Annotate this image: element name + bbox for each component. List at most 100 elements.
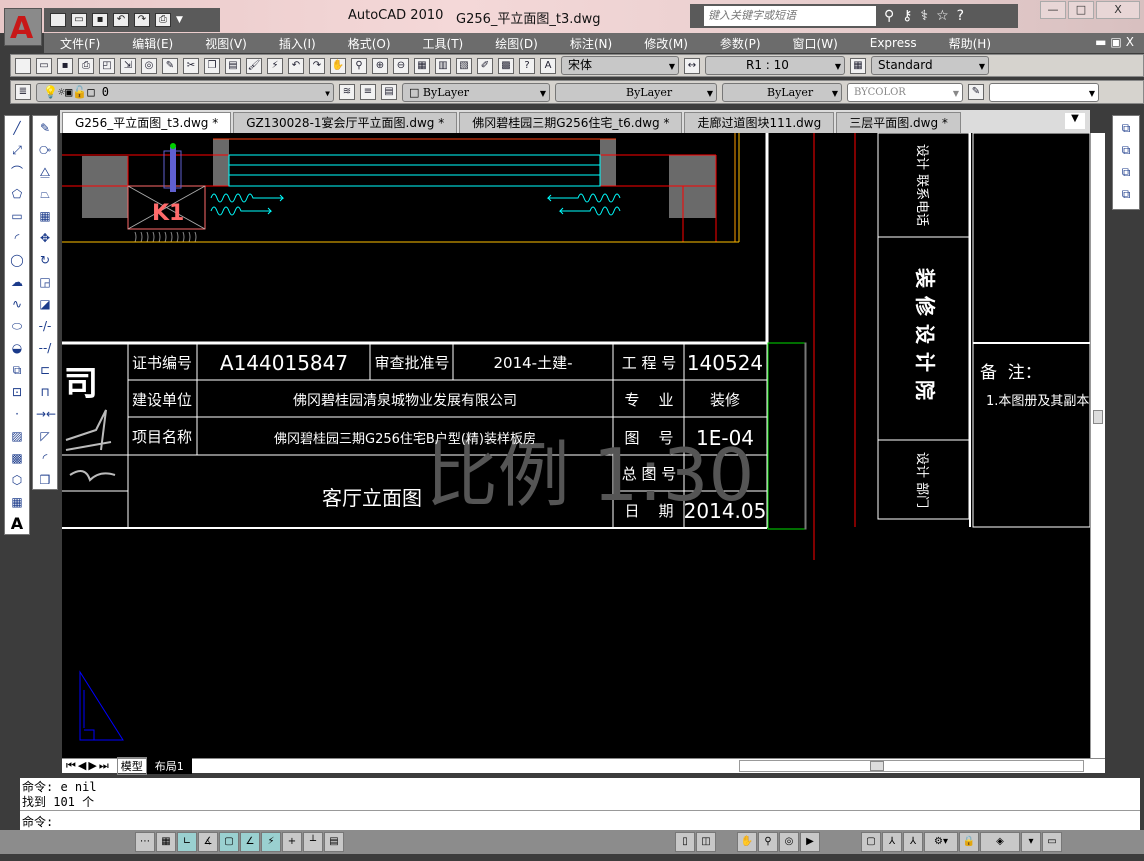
new-icon[interactable] bbox=[50, 13, 66, 27]
grid-toggle[interactable]: ▦ bbox=[156, 832, 176, 852]
open-icon[interactable]: ▭ bbox=[36, 57, 52, 74]
fillet-icon[interactable]: ◜ bbox=[36, 449, 54, 467]
maximize-button[interactable]: □ bbox=[1068, 1, 1094, 19]
layer-states-icon[interactable]: ▤ bbox=[381, 84, 397, 100]
make-block-icon[interactable]: ⊡ bbox=[8, 383, 26, 401]
help-icon[interactable]: ? bbox=[519, 57, 535, 74]
ortho-toggle[interactable]: ∟ bbox=[177, 832, 197, 852]
menu-insert[interactable]: 插入(I) bbox=[279, 35, 316, 52]
key-icon[interactable]: ⚷ bbox=[902, 8, 912, 24]
properties-icon[interactable]: ▦ bbox=[414, 57, 430, 74]
dim-style-select[interactable]: R1 : 10 bbox=[705, 56, 845, 75]
tab-layout1[interactable]: 布局1 bbox=[146, 758, 192, 774]
minimize-button[interactable]: — bbox=[1040, 1, 1066, 19]
lineweight-toggle[interactable]: ┴ bbox=[303, 832, 323, 852]
stretch-icon[interactable]: ◪ bbox=[36, 295, 54, 313]
tab-document-3[interactable]: 佛冈碧桂园三期G256住宅_t6.dwg * bbox=[459, 112, 683, 133]
undo-icon[interactable]: ↶ bbox=[113, 13, 129, 27]
edit-icon[interactable]: ✎ bbox=[968, 84, 984, 100]
tab-document-2[interactable]: GZ130028-1宴会厅平立面图.dwg * bbox=[233, 112, 458, 133]
break-at-point-icon[interactable]: ⊏ bbox=[36, 361, 54, 379]
redo-icon[interactable]: ↷ bbox=[309, 57, 325, 74]
ellipse-icon[interactable]: ⬭ bbox=[8, 317, 26, 335]
vertical-scrollbar[interactable] bbox=[1090, 133, 1105, 758]
cut-icon[interactable]: ✂ bbox=[183, 57, 199, 74]
layer-previous-icon[interactable]: ≡ bbox=[360, 84, 376, 100]
otrack-toggle[interactable]: ∠ bbox=[240, 832, 260, 852]
paste-icon[interactable]: ▤ bbox=[225, 57, 241, 74]
ellipse-arc-icon[interactable]: ◒ bbox=[8, 339, 26, 357]
spline-icon[interactable]: ∿ bbox=[8, 295, 26, 313]
save-icon[interactable]: ▪ bbox=[92, 13, 108, 27]
break-icon[interactable]: ⊓ bbox=[36, 383, 54, 401]
pan-icon[interactable]: ✋ bbox=[737, 832, 757, 852]
erase-icon[interactable]: ✎ bbox=[36, 119, 54, 137]
ducs-toggle[interactable]: ⚡ bbox=[261, 832, 281, 852]
undo-icon[interactable]: ↶ bbox=[288, 57, 304, 74]
extend-icon[interactable]: --/ bbox=[36, 339, 54, 357]
document-window-controls[interactable]: ▬▣X bbox=[1095, 35, 1138, 49]
customize-qat-icon[interactable]: ▼ bbox=[176, 15, 183, 25]
point-icon[interactable]: · bbox=[8, 405, 26, 423]
copy-object-icon[interactable]: ⧂ bbox=[36, 141, 54, 159]
tab-document-4[interactable]: 走廊过道图块111.dwg bbox=[684, 112, 835, 133]
dim-style-icon[interactable]: ↔ bbox=[684, 57, 700, 74]
command-field[interactable] bbox=[989, 82, 1099, 102]
multiline-text-icon[interactable]: A bbox=[8, 515, 26, 533]
menu-edit[interactable]: 编辑(E) bbox=[132, 35, 173, 52]
mirror-icon[interactable]: ⧋ bbox=[36, 163, 54, 181]
tab-nav-arrows[interactable]: ⏮◀▶⏭ bbox=[66, 759, 111, 773]
polyline-icon[interactable]: ⌒ bbox=[8, 163, 26, 181]
bring-above-icon[interactable]: ⧉ bbox=[1117, 163, 1135, 181]
markup-icon[interactable]: ✐ bbox=[477, 57, 493, 74]
copy-icon[interactable]: ❐ bbox=[204, 57, 220, 74]
snap-toggle[interactable]: ⋯ bbox=[135, 832, 155, 852]
layer-manager-icon[interactable]: ≣ bbox=[15, 84, 31, 100]
plot-preview-icon[interactable]: ◰ bbox=[99, 57, 115, 74]
tabs-overflow-button[interactable]: ▼ bbox=[1065, 113, 1085, 129]
menu-file[interactable]: 文件(F) bbox=[60, 35, 100, 52]
zoom-window-icon[interactable]: ⊕ bbox=[372, 57, 388, 74]
zoom-icon[interactable]: ⚲ bbox=[758, 832, 778, 852]
menu-express[interactable]: Express bbox=[870, 36, 917, 50]
menu-help[interactable]: 帮助(H) bbox=[949, 35, 991, 52]
hatch-icon[interactable]: ▨ bbox=[8, 427, 26, 445]
command-line-input[interactable]: 命令: bbox=[20, 811, 1140, 832]
pan-icon[interactable]: ✋ bbox=[330, 57, 346, 74]
satellite-icon[interactable]: ⚕ bbox=[921, 8, 929, 24]
menu-window[interactable]: 窗口(W) bbox=[793, 35, 838, 52]
tool-palettes-icon[interactable]: ▧ bbox=[456, 57, 472, 74]
close-button[interactable]: X bbox=[1096, 1, 1140, 19]
sheet-set-icon[interactable]: ✎ bbox=[162, 57, 178, 74]
region-icon[interactable]: ⬡ bbox=[8, 471, 26, 489]
color-select[interactable]: □ ByLayer bbox=[402, 82, 550, 102]
menu-draw[interactable]: 绘图(D) bbox=[495, 35, 538, 52]
annotation-scale-icon[interactable]: ⅄ bbox=[882, 832, 902, 852]
send-under-icon[interactable]: ⧉ bbox=[1117, 185, 1135, 203]
match-properties-icon[interactable]: 🖌 bbox=[246, 57, 262, 74]
send-to-back-icon[interactable]: ⧉ bbox=[1117, 141, 1135, 159]
horizontal-scroll-thumb[interactable] bbox=[870, 761, 884, 771]
clean-screen-icon[interactable]: ▭ bbox=[1042, 832, 1062, 852]
join-icon[interactable]: →← bbox=[36, 405, 56, 423]
search-input[interactable]: 键入关键字或短语 bbox=[704, 6, 876, 26]
annotation-visibility-icon[interactable]: ⅄ bbox=[903, 832, 923, 852]
move-icon[interactable]: ✥ bbox=[36, 229, 54, 247]
menu-dimension[interactable]: 标注(N) bbox=[570, 35, 612, 52]
application-menu-button[interactable]: A bbox=[4, 8, 42, 46]
help-icon[interactable]: ? bbox=[957, 8, 964, 24]
new-icon[interactable] bbox=[15, 57, 31, 74]
rotate-icon[interactable]: ↻ bbox=[36, 251, 54, 269]
bring-to-front-icon[interactable]: ⧉ bbox=[1117, 119, 1135, 137]
vertical-scroll-thumb[interactable] bbox=[1093, 410, 1103, 424]
horizontal-scrollbar[interactable] bbox=[739, 760, 1084, 772]
line-icon[interactable]: ╱ bbox=[8, 119, 26, 137]
quick-view-layouts-icon[interactable]: ◫ bbox=[696, 832, 716, 852]
table-style-select[interactable]: Standard bbox=[871, 56, 989, 75]
rectangle-icon[interactable]: ▭ bbox=[8, 207, 26, 225]
model-paper-icon[interactable]: ▯ bbox=[675, 832, 695, 852]
dyn-toggle[interactable]: + bbox=[282, 832, 302, 852]
drawing-svg[interactable]: K1 比例 1:30 司 证书编号 A144015847 审查批准号 2014-… bbox=[62, 132, 1102, 758]
menu-format[interactable]: 格式(O) bbox=[348, 35, 391, 52]
favorites-star-icon[interactable]: ☆ bbox=[936, 8, 949, 24]
